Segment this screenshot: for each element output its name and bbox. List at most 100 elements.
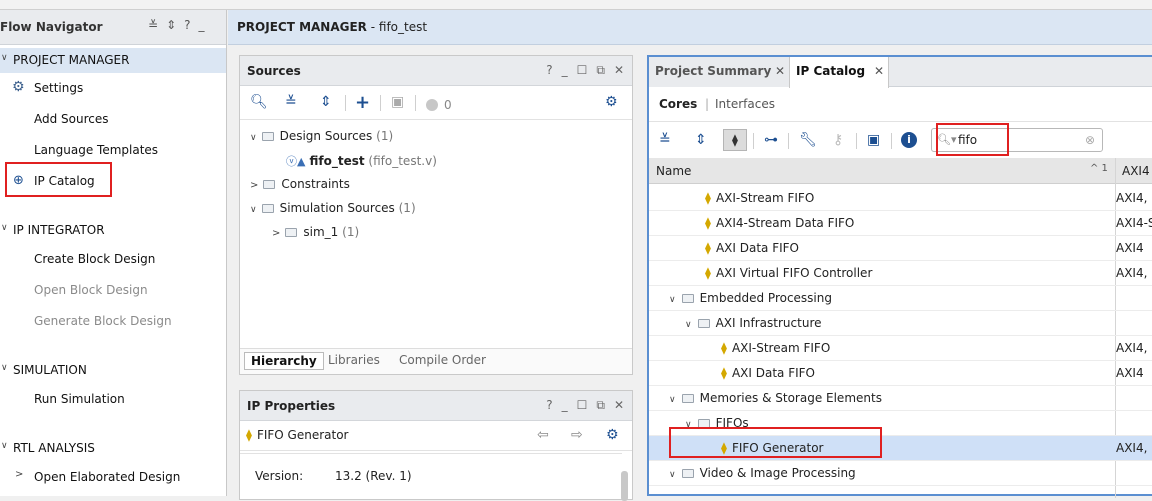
tab-compile-order[interactable]: Compile Order (399, 353, 486, 367)
tab-ip-catalog[interactable]: IP Catalog ✕ (789, 57, 889, 88)
page-title: PROJECT MANAGER - fifo_test (237, 20, 428, 34)
section-simulation[interactable]: ∨ SIMULATION (0, 358, 226, 383)
tab-label: Project Summary (655, 64, 772, 78)
section-project-manager[interactable]: ∨ PROJECT MANAGER (0, 48, 226, 73)
ip-properties-panel: IP Properties ? _ ☐ ⧉ ✕ ⧫ FIFO Generator … (239, 390, 633, 501)
tab-label: IP Catalog (796, 64, 866, 78)
status-dot-icon (426, 99, 438, 111)
section-ip-integrator[interactable]: ∨ IP INTEGRATOR (0, 218, 226, 243)
category-name: ∨ Embedded Processing (669, 291, 832, 305)
chevron-down-icon: ∨ (1, 53, 8, 63)
close-icon[interactable]: ✕ (614, 398, 624, 413)
table-row[interactable]: ⧫ AXI Data FIFO AXI4 (649, 361, 1152, 386)
chevron-down-icon[interactable]: ∨ (685, 320, 692, 330)
search-icon[interactable]: 🔍︎ (250, 94, 268, 110)
ip-core-name: ⧫ AXI Virtual FIFO Controller (705, 266, 873, 280)
chevron-right-icon[interactable]: > (15, 469, 23, 480)
clear-icon[interactable]: ⊗ (1085, 133, 1095, 147)
file-properties-icon[interactable]: ▣ (391, 94, 404, 110)
maximize-icon[interactable]: ☐ (577, 398, 588, 413)
minimize-icon[interactable]: _ (199, 18, 205, 32)
chip-icon[interactable]: ▣ (867, 132, 880, 148)
interface-cell: AXI4 (1116, 241, 1144, 255)
tree-item-top-file[interactable]: ⓥ▲ fifo_test (fifo_test.v) (286, 153, 437, 169)
folder-icon (681, 294, 694, 303)
add-icon[interactable]: + (355, 92, 370, 113)
column-header-axi4[interactable]: AXI4 (1122, 164, 1150, 178)
nav-item-open-elaborated-design[interactable]: Open Elaborated Design (34, 470, 180, 484)
tree-item-design-sources[interactable]: ∨ Design Sources (1) (250, 129, 393, 143)
back-arrow-icon[interactable]: ⇦ (537, 427, 549, 443)
tree-item-constraints[interactable]: > Constraints (250, 177, 350, 191)
expand-all-icon[interactable]: ⇕ (320, 94, 332, 110)
tab-hierarchy[interactable]: Hierarchy (244, 352, 324, 370)
status-count: 0 (444, 98, 452, 112)
nav-item-run-simulation[interactable]: Run Simulation (34, 392, 125, 406)
help-icon[interactable]: ? (546, 398, 552, 413)
tab-project-summary[interactable]: Project Summary ✕ (649, 57, 789, 87)
float-icon[interactable]: ⧉ (596, 63, 605, 78)
table-row[interactable]: ⧫ AXI-Stream FIFO AXI4, (649, 336, 1152, 361)
float-icon[interactable]: ⧉ (596, 398, 605, 413)
flow-navigator: Flow Navigator ≚ ⇕ ? _ ∨ PROJECT MANAGER… (0, 10, 227, 496)
filter-toggle-icon[interactable]: ⧫ (723, 129, 747, 151)
chevron-down-icon: ∨ (1, 363, 8, 373)
info-icon[interactable]: i (901, 132, 917, 148)
chevron-down-icon: ∨ (1, 223, 8, 233)
table-row[interactable]: ⧫ AXI Data FIFO AXI4 (649, 236, 1152, 261)
forward-arrow-icon[interactable]: ⇨ (571, 427, 583, 443)
table-row[interactable]: ∨ Memories & Storage Elements (649, 386, 1152, 411)
ip-core-name: ⧫ AXI-Stream FIFO (705, 191, 815, 205)
collapse-all-icon[interactable]: ≚ (659, 132, 671, 148)
table-row[interactable]: ∨ Video & Image Processing (649, 461, 1152, 486)
interface-cell: AXI4 (1116, 366, 1144, 380)
table-row[interactable]: ⧫ AXI Virtual FIFO Controller AXI4, (649, 261, 1152, 286)
close-icon[interactable]: ✕ (614, 63, 624, 78)
expand-all-icon[interactable]: ⇕ (695, 132, 707, 148)
help-icon[interactable]: ? (184, 18, 190, 32)
tab-libraries[interactable]: Libraries (328, 353, 380, 367)
subtab-cores[interactable]: Cores (659, 97, 697, 111)
tree-item-simulation-sources[interactable]: ∨ Simulation Sources (1) (250, 201, 416, 215)
maximize-icon[interactable]: ☐ (577, 63, 588, 78)
table-row[interactable]: ∨ Embedded Processing (649, 286, 1152, 311)
section-rtl-analysis[interactable]: ∨ RTL ANALYSIS (0, 436, 226, 461)
expand-icon[interactable]: ⇕ (166, 18, 176, 32)
nav-item-add-sources[interactable]: Add Sources (34, 112, 109, 126)
close-icon[interactable]: ✕ (775, 64, 785, 78)
chevron-down-icon[interactable]: ∨ (669, 470, 676, 480)
nav-item-open-block-design: Open Block Design (34, 283, 148, 297)
gear-icon[interactable]: ⚙ (606, 427, 619, 443)
help-icon[interactable]: ? (546, 63, 552, 78)
key-icon[interactable]: ⚷ (833, 132, 843, 148)
hierarchy-icon[interactable]: ⊶ (764, 132, 778, 148)
highlight-box (669, 427, 882, 458)
ip-catalog-panel: Project Summary ✕ IP Catalog ✕ Cores | I… (647, 55, 1152, 498)
nav-item-settings[interactable]: Settings (34, 81, 83, 95)
table-row[interactable]: ∨ AXI Infrastructure (649, 311, 1152, 336)
toolbar-separator (891, 133, 892, 149)
chevron-down-icon[interactable]: ∨ (669, 295, 676, 305)
ip-name: ⧫ FIFO Generator (246, 428, 349, 442)
wrench-icon[interactable]: 🔧︎ (799, 132, 817, 148)
interface-cell: AXI4, (1116, 341, 1148, 355)
close-icon[interactable]: ✕ (874, 64, 884, 78)
minimize-icon[interactable]: _ (562, 398, 568, 413)
collapse-all-icon[interactable]: ≚ (285, 94, 297, 110)
ip-core-icon: ⧫ (705, 266, 711, 280)
nav-item-create-block-design[interactable]: Create Block Design (34, 252, 155, 266)
minimize-icon[interactable]: _ (562, 63, 568, 78)
chevron-down-icon: ∨ (1, 441, 8, 451)
subtab-interfaces[interactable]: Interfaces (715, 97, 775, 111)
gear-icon[interactable]: ⚙ (605, 94, 618, 110)
nav-item-language-templates[interactable]: Language Templates (34, 143, 158, 157)
chevron-down-icon[interactable]: ∨ (669, 395, 676, 405)
folder-icon (261, 132, 274, 141)
table-row[interactable]: ⧫ AXI4-Stream Data FIFO AXI4-S (649, 211, 1152, 236)
tree-item-sim-1[interactable]: > sim_1 (1) (272, 225, 359, 239)
column-header-name[interactable]: Name (656, 164, 691, 178)
folder-icon (261, 204, 274, 213)
collapse-all-icon[interactable]: ≚ (148, 18, 158, 32)
scrollbar[interactable] (621, 471, 628, 501)
table-row[interactable]: ⧫ AXI-Stream FIFO AXI4, (649, 186, 1152, 211)
